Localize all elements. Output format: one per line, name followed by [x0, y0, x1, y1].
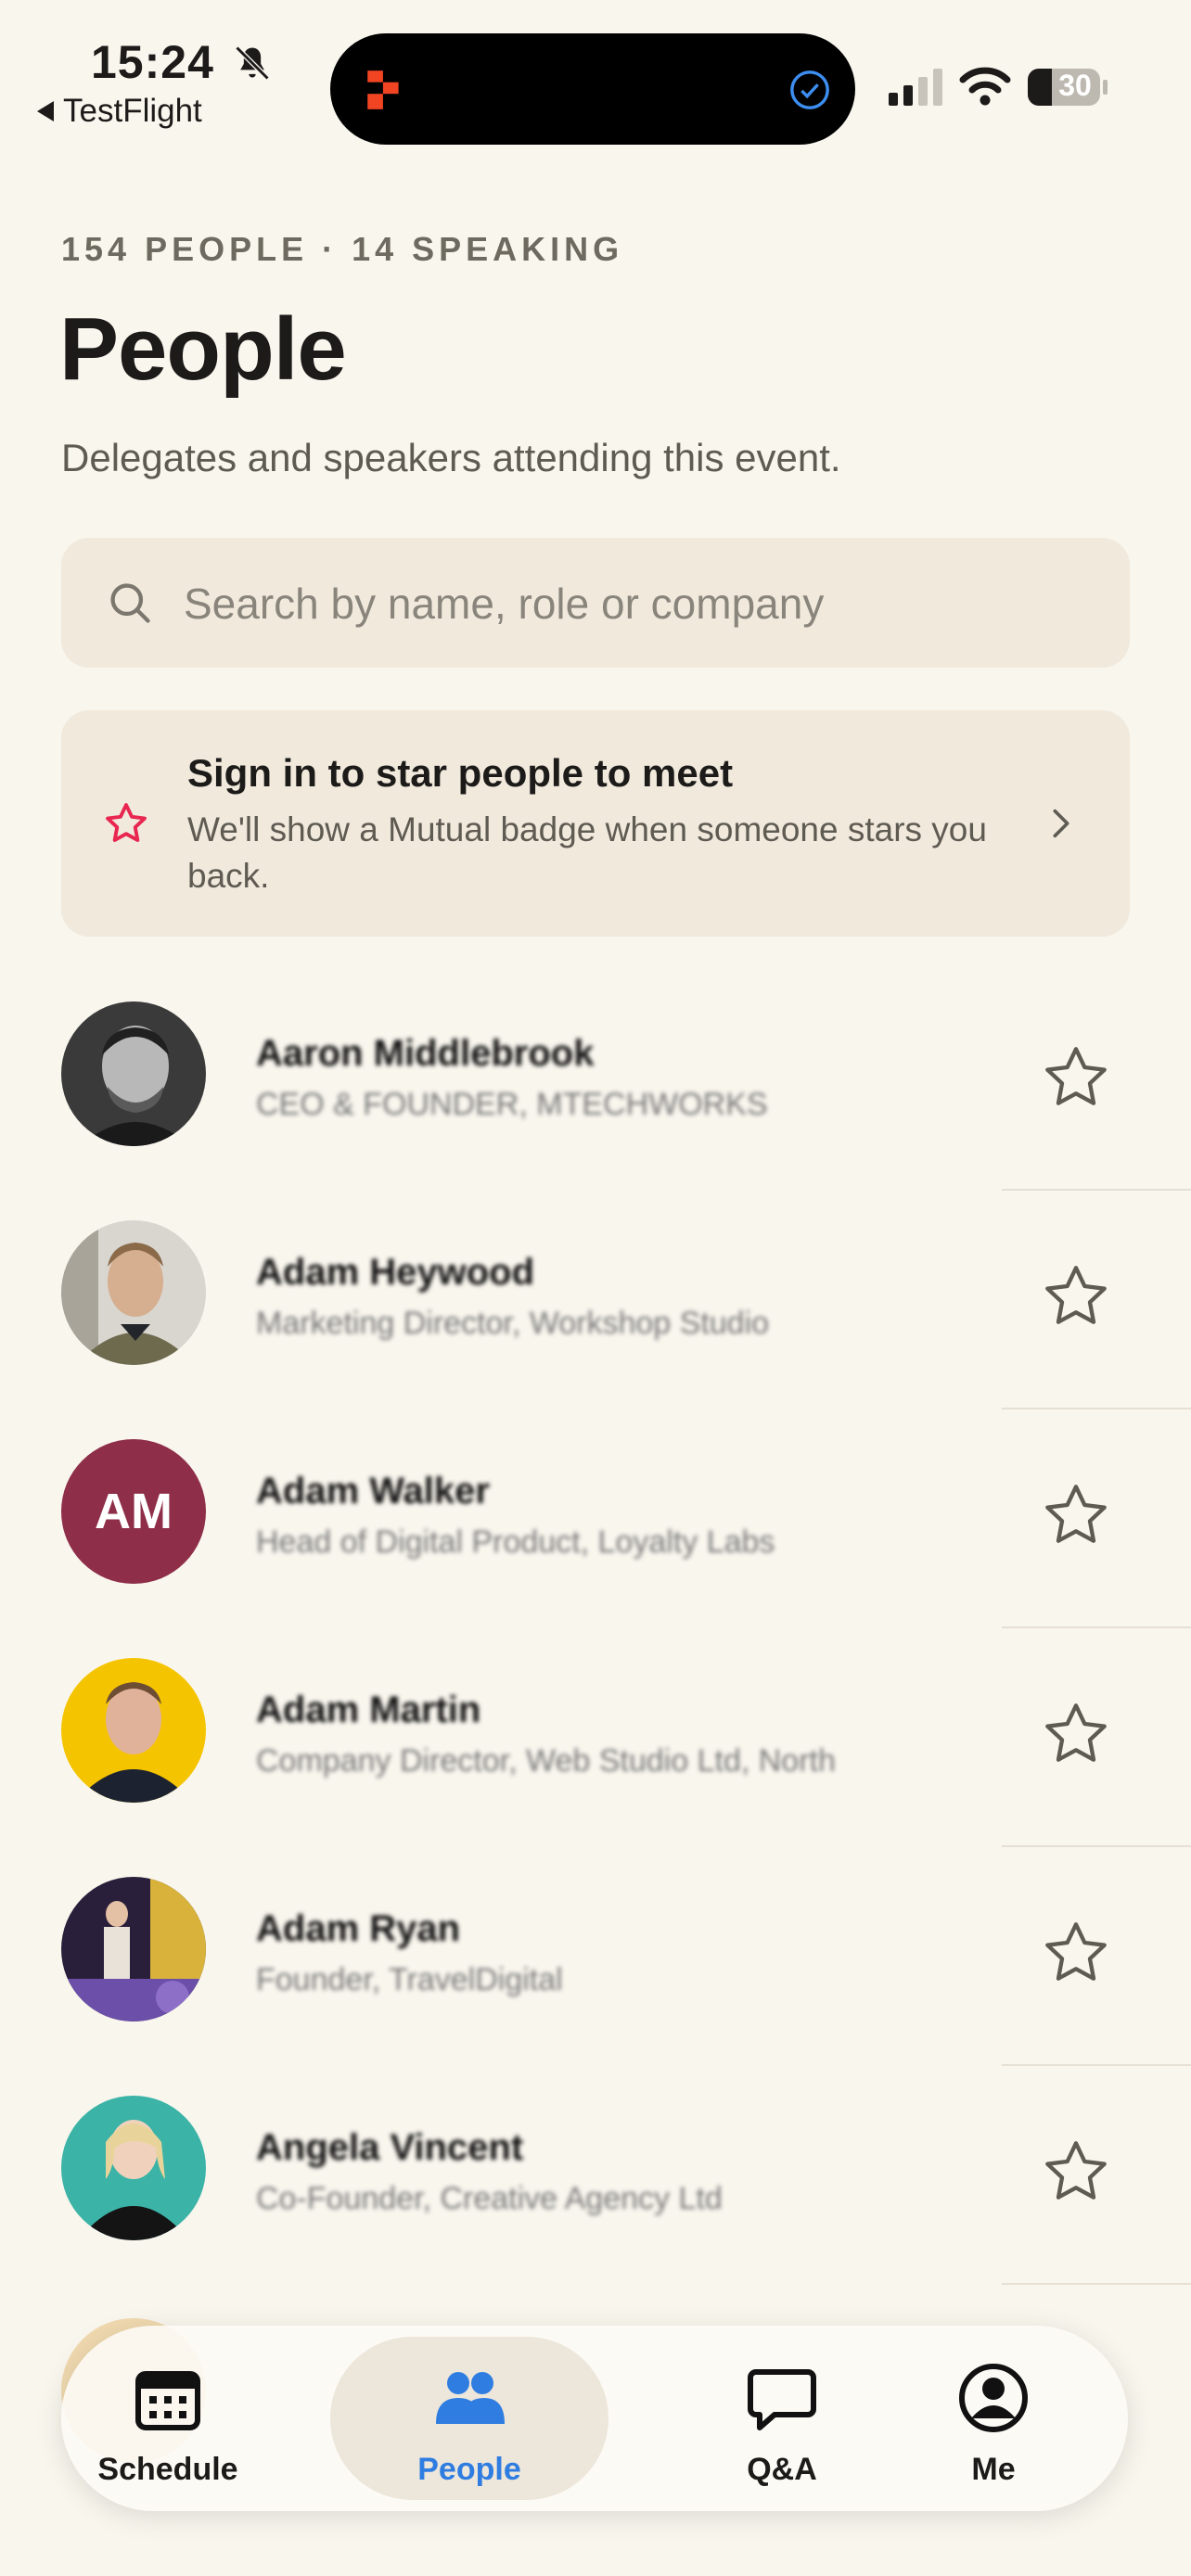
person-role: Company Director, Web Studio Ltd, North [256, 1743, 836, 1779]
cellular-signal-icon [889, 69, 942, 106]
person-role: Founder, TravelDigital [256, 1962, 563, 1997]
person-row[interactable]: AM Adam Walker Head of Digital Product, … [0, 1409, 1191, 1628]
check-circle-icon [790, 70, 829, 109]
signin-card-body: We'll show a Mutual badge when someone s… [187, 810, 987, 895]
star-person-button[interactable] [1039, 2135, 1113, 2209]
tab-people[interactable]: People [363, 2326, 576, 2511]
tab-label: Schedule [97, 2452, 238, 2487]
person-row[interactable]: Adam Martin Company Director, Web Studio… [0, 1628, 1191, 1847]
back-app-label: TestFlight [63, 93, 202, 129]
person-row[interactable]: Adam Ryan Founder, TravelDigital [0, 1847, 1191, 2066]
avatar [61, 1658, 206, 1803]
person-role: CEO & FOUNDER, MTECHWORKS [256, 1087, 768, 1122]
avatar [61, 2096, 206, 2240]
dynamic-island [330, 33, 855, 145]
person-name: Aaron Middlebrook [256, 1033, 595, 1074]
star-person-button[interactable] [1039, 1259, 1113, 1333]
star-person-button[interactable] [1039, 1916, 1113, 1990]
person-role: Head of Digital Product, Loyalty Labs [256, 1524, 775, 1560]
person-role: Marketing Director, Workshop Studio [256, 1306, 770, 1341]
person-name: Adam Martin [256, 1690, 481, 1730]
avatar [61, 1877, 206, 2021]
tab-label: Me [971, 2452, 1016, 2487]
avatar-initials: AM [61, 1439, 206, 1584]
star-person-button[interactable] [1039, 1040, 1113, 1115]
person-row[interactable]: Aaron Middlebrook CEO & FOUNDER, MTECHWO… [0, 972, 1191, 1191]
search-input[interactable] [182, 538, 1095, 670]
people-icon [436, 2372, 505, 2424]
star-person-button[interactable] [1039, 1697, 1113, 1771]
star-person-button[interactable] [1039, 1478, 1113, 1552]
chat-bubble-icon [748, 2369, 816, 2430]
bell-off-icon [235, 45, 270, 81]
search-icon [110, 583, 150, 623]
person-name: Adam Walker [256, 1471, 490, 1511]
status-bar: 15:24 TestFlight 30 [0, 0, 1191, 148]
avatar [61, 1001, 206, 1146]
person-name: Adam Heywood [256, 1252, 535, 1293]
battery-percentage: 30 [1058, 69, 1092, 102]
status-time: 15:24 [91, 36, 214, 88]
back-to-app-link[interactable]: TestFlight [37, 93, 202, 130]
person-row[interactable]: Angela Vincent Co-Founder, Creative Agen… [0, 2066, 1191, 2285]
people-count-eyebrow: 154 PEOPLE · 14 SPEAKING [61, 230, 624, 268]
tab-label: People [417, 2452, 521, 2487]
person-name: Angela Vincent [256, 2127, 524, 2168]
page-title: People [59, 300, 347, 399]
tab-schedule[interactable]: Schedule [61, 2326, 275, 2511]
calendar-icon [135, 2371, 200, 2430]
tab-label: Q&A [747, 2452, 817, 2487]
tab-qa[interactable]: Q&A [675, 2326, 889, 2511]
signin-card-title: Sign in to star people to meet [187, 751, 734, 795]
wifi-icon [959, 67, 1011, 106]
tab-bar: Schedule People Q&A Me [61, 2326, 1128, 2511]
avatar [61, 1220, 206, 1365]
person-name: Adam Ryan [256, 1908, 461, 1949]
back-arrow-icon [37, 101, 54, 121]
row-divider [1002, 2283, 1191, 2285]
search-box[interactable] [61, 538, 1130, 670]
profile-icon [959, 2364, 1028, 2432]
avatar: AM [61, 1439, 206, 1584]
star-outline-icon [106, 803, 147, 842]
tab-me[interactable]: Me [887, 2326, 1100, 2511]
app-logo-icon [367, 70, 399, 109]
page-subtitle: Delegates and speakers attending this ev… [61, 436, 841, 479]
signin-prompt-card[interactable]: Sign in to star people to meet We'll sho… [61, 710, 1130, 937]
person-role: Co-Founder, Creative Agency Ltd [256, 2181, 723, 2216]
chevron-right-icon [1053, 809, 1069, 838]
person-row[interactable]: Adam Heywood Marketing Director, Worksho… [0, 1191, 1191, 1409]
